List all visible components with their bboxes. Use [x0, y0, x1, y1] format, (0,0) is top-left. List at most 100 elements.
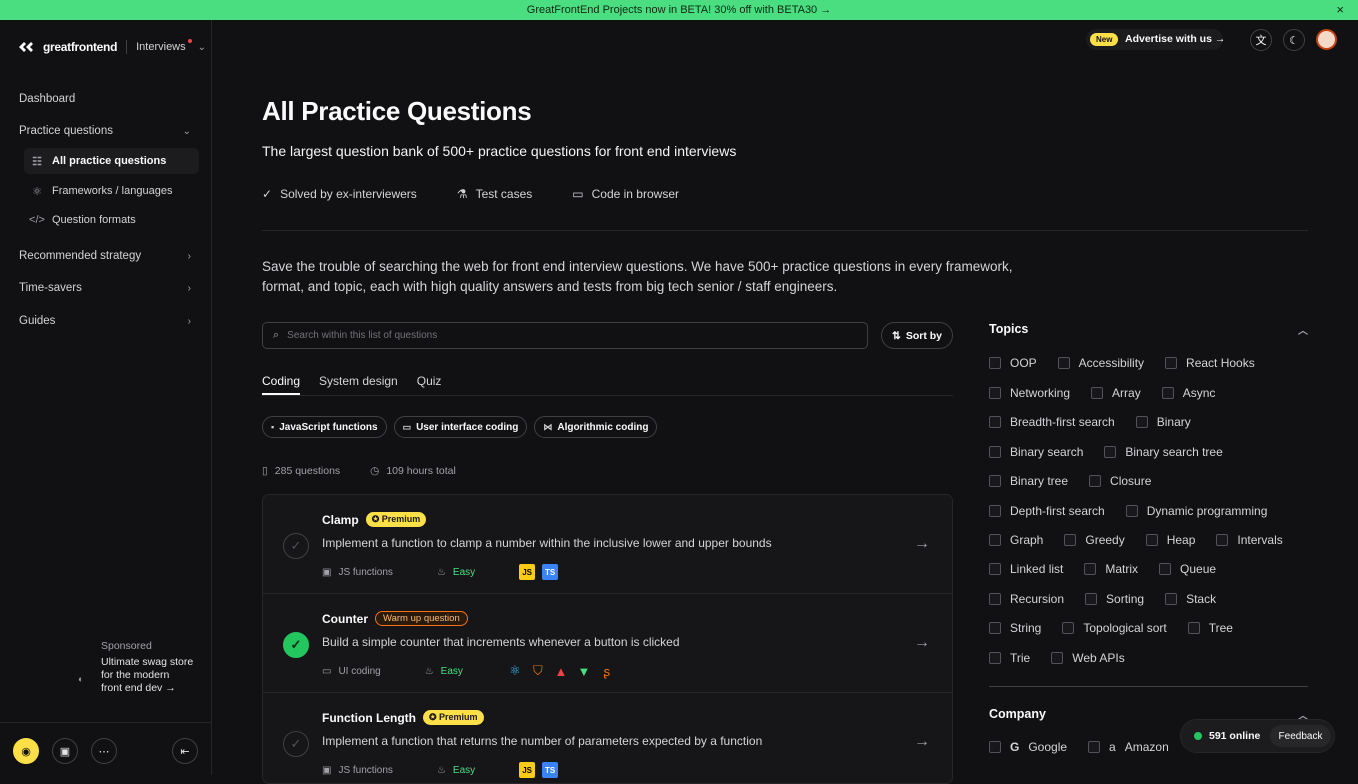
- checkbox[interactable]: [989, 622, 1001, 634]
- nav-dashboard[interactable]: Dashboard: [19, 93, 191, 105]
- topic-checkbox-item[interactable]: Web APIs: [1051, 651, 1125, 665]
- checkbox[interactable]: [989, 593, 1001, 605]
- company-checkbox-amazon[interactable]: a Amazon: [1088, 740, 1169, 754]
- checkbox[interactable]: [1104, 446, 1117, 458]
- discord-icon[interactable]: ◉: [13, 738, 39, 764]
- topic-checkbox-item[interactable]: Queue: [1159, 562, 1216, 576]
- checkbox[interactable]: [989, 534, 1001, 546]
- topic-checkbox-item[interactable]: Binary search tree: [1104, 445, 1223, 459]
- checkbox[interactable]: [1125, 505, 1138, 517]
- checkbox[interactable]: [1088, 741, 1101, 753]
- topic-checkbox-item[interactable]: Sorting: [1085, 592, 1144, 606]
- chip-user-interface-coding[interactable]: ▭ User interface coding: [393, 416, 528, 438]
- collapse-sidebar-icon[interactable]: ⇤: [172, 738, 198, 764]
- dark-mode-icon[interactable]: ☾: [1283, 29, 1305, 51]
- search-input[interactable]: [287, 330, 828, 341]
- advertise-link[interactable]: Advertise with us →: [1125, 33, 1225, 45]
- checkbox[interactable]: [989, 652, 1001, 664]
- sidebar-item-frameworks[interactable]: ⚛ Frameworks / languages: [24, 178, 199, 204]
- checkbox[interactable]: [1135, 416, 1148, 428]
- logo[interactable]: greatfrontend Interviews ⌄: [17, 39, 206, 54]
- tab-system-design[interactable]: System design: [319, 374, 398, 395]
- checkbox[interactable]: [1062, 622, 1075, 634]
- chevron-down-icon[interactable]: ⌄: [198, 42, 206, 53]
- sort-button[interactable]: ⇅ Sort by: [881, 322, 953, 349]
- company-checkbox-google[interactable]: G Google: [989, 740, 1067, 754]
- topic-checkbox-item[interactable]: Array: [1091, 386, 1141, 400]
- topic-checkbox-item[interactable]: String: [989, 621, 1041, 635]
- checkbox[interactable]: [989, 563, 1001, 575]
- language-icon[interactable]: 文: [1250, 29, 1272, 51]
- checkbox[interactable]: [1145, 534, 1158, 546]
- checkbox[interactable]: [989, 387, 1001, 399]
- question-card[interactable]: ✓ Function Length ✪ Premium Implement a f…: [263, 693, 952, 783]
- linkedin-icon[interactable]: ▣: [52, 738, 78, 764]
- topic-checkbox-item[interactable]: React Hooks: [1165, 356, 1255, 370]
- topic-checkbox-item[interactable]: Stack: [1165, 592, 1216, 606]
- checkbox[interactable]: [989, 475, 1001, 487]
- sidebar-item-all-practice[interactable]: ☷ All practice questions: [24, 148, 199, 174]
- topic-checkbox-item[interactable]: Accessibility: [1057, 356, 1144, 370]
- question-card[interactable]: ✓ Counter Warm up question Build a simple…: [263, 594, 952, 693]
- close-icon[interactable]: ×: [1336, 2, 1344, 17]
- tab-quiz[interactable]: Quiz: [417, 374, 442, 395]
- chevron-up-icon[interactable]: ︿: [1298, 322, 1308, 337]
- nav-guides[interactable]: Guides ›: [19, 315, 191, 327]
- checkbox[interactable]: [1089, 475, 1102, 487]
- product-switcher[interactable]: Interviews: [136, 39, 192, 53]
- completion-check-icon[interactable]: ✓: [283, 533, 309, 559]
- question-card[interactable]: ✓ Clamp ✪ Premium Implement a function to…: [263, 495, 952, 594]
- checkbox[interactable]: [1084, 563, 1097, 575]
- sidebar-item-question-formats[interactable]: </> Question formats: [24, 207, 199, 233]
- checkbox[interactable]: [1051, 652, 1064, 664]
- arrow-right-icon[interactable]: →: [914, 634, 930, 652]
- checkbox[interactable]: [989, 416, 1001, 428]
- chip-javascript-functions[interactable]: ▪ JavaScript functions: [262, 416, 387, 438]
- more-icon[interactable]: ⋯: [91, 738, 117, 764]
- checkbox[interactable]: [989, 446, 1001, 458]
- checkbox[interactable]: [989, 741, 1001, 753]
- checkbox[interactable]: [1085, 593, 1098, 605]
- sponsored-ad[interactable]: Sponsored Ultimate swag store for the mo…: [101, 640, 193, 695]
- promo-banner[interactable]: GreatFrontEnd Projects now in BETA! 30% …: [0, 0, 1358, 20]
- topic-checkbox-item[interactable]: Intervals: [1216, 533, 1283, 547]
- topic-checkbox-item[interactable]: Async: [1161, 386, 1215, 400]
- topic-checkbox-item[interactable]: Depth-first search: [989, 504, 1105, 518]
- completion-check-icon[interactable]: ✓: [283, 731, 309, 757]
- topic-checkbox-item[interactable]: Dynamic programming: [1125, 504, 1267, 518]
- topic-checkbox-item[interactable]: Networking: [989, 386, 1070, 400]
- topic-checkbox-item[interactable]: Linked list: [989, 562, 1063, 576]
- tab-coding[interactable]: Coding: [262, 374, 301, 395]
- topic-checkbox-item[interactable]: OOP: [989, 356, 1037, 370]
- checkbox[interactable]: [1165, 593, 1178, 605]
- topic-checkbox-item[interactable]: Binary tree: [989, 474, 1068, 488]
- arrow-right-icon[interactable]: →: [914, 733, 930, 751]
- feedback-button[interactable]: Feedback: [1270, 725, 1331, 747]
- checkbox[interactable]: [1216, 534, 1229, 546]
- search-box[interactable]: ⌕: [262, 322, 868, 349]
- checkbox[interactable]: [989, 505, 1001, 517]
- nav-time-savers[interactable]: Time-savers ›: [19, 282, 191, 294]
- topic-checkbox-item[interactable]: Topological sort: [1062, 621, 1167, 635]
- topic-checkbox-item[interactable]: Greedy: [1064, 533, 1125, 547]
- checkbox[interactable]: [1159, 563, 1172, 575]
- topic-checkbox-item[interactable]: Heap: [1145, 533, 1195, 547]
- topic-checkbox-item[interactable]: Breadth-first search: [989, 415, 1115, 429]
- checkbox[interactable]: [1187, 622, 1200, 634]
- arrow-right-icon[interactable]: →: [914, 535, 930, 553]
- chip-algorithmic-coding[interactable]: ⋈ Algorithmic coding: [534, 416, 658, 438]
- checkbox[interactable]: [1161, 387, 1174, 399]
- checkbox[interactable]: [1091, 387, 1104, 399]
- nav-practice-questions[interactable]: Practice questions ⌄: [19, 125, 191, 137]
- topic-checkbox-item[interactable]: Binary: [1135, 415, 1191, 429]
- topics-filter-header[interactable]: Topics ︿: [989, 322, 1309, 337]
- topic-checkbox-item[interactable]: Closure: [1089, 474, 1151, 488]
- topic-checkbox-item[interactable]: Matrix: [1084, 562, 1138, 576]
- topic-checkbox-item[interactable]: Graph: [989, 533, 1043, 547]
- nav-recommended-strategy[interactable]: Recommended strategy ›: [19, 250, 191, 262]
- topic-checkbox-item[interactable]: Trie: [989, 651, 1030, 665]
- completed-check-icon[interactable]: ✓: [283, 632, 309, 658]
- checkbox[interactable]: [989, 357, 1001, 369]
- banner-text[interactable]: GreatFrontEnd Projects now in BETA! 30% …: [527, 4, 831, 16]
- topic-checkbox-item[interactable]: Binary search: [989, 445, 1083, 459]
